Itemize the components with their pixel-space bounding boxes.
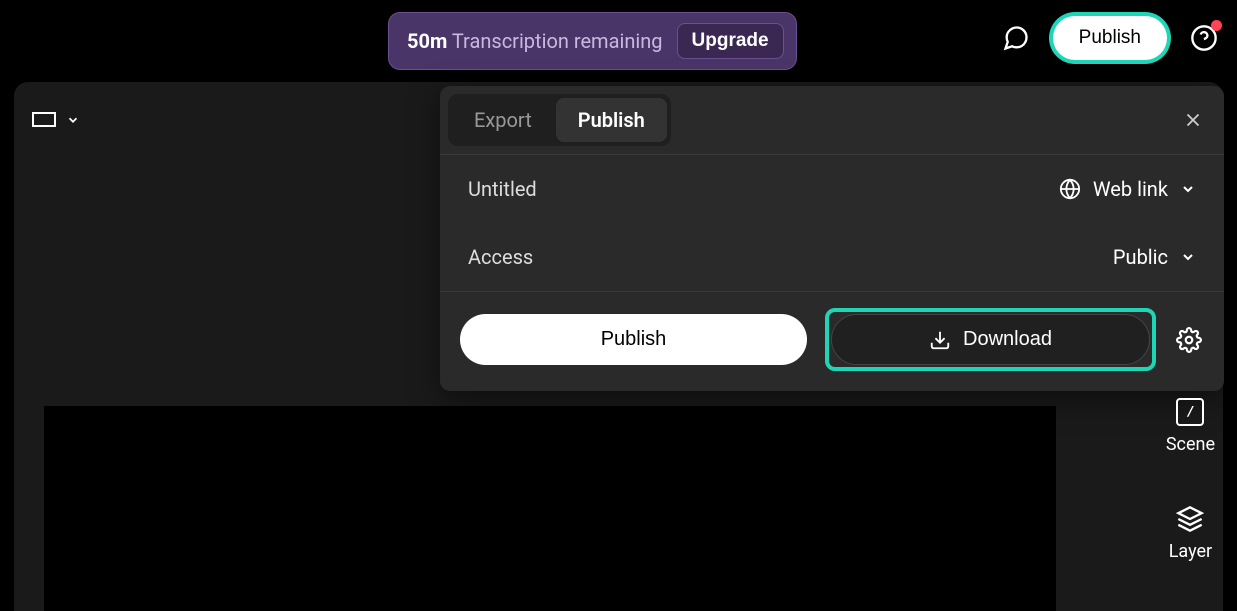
top-bar: 50m Transcription remaining Upgrade Publ…: [0, 0, 1237, 75]
tab-publish[interactable]: Publish: [556, 98, 667, 142]
tab-group: Export Publish: [448, 94, 671, 146]
transcription-text: 50m Transcription remaining: [407, 29, 663, 53]
download-button[interactable]: Download: [831, 314, 1150, 365]
gear-icon: [1176, 327, 1202, 353]
settings-button[interactable]: [1174, 325, 1204, 355]
chevron-down-icon: [1180, 249, 1196, 265]
aspect-ratio-selector[interactable]: [32, 112, 80, 127]
upgrade-button[interactable]: Upgrade: [677, 23, 784, 59]
chevron-down-icon: [1180, 181, 1196, 197]
access-label: Access: [468, 245, 533, 269]
download-icon: [929, 329, 951, 351]
link-type-selector[interactable]: Web link: [1059, 177, 1196, 201]
project-title: Untitled: [468, 177, 537, 201]
aspect-rect-icon: [32, 112, 56, 127]
title-row: Untitled Web link: [440, 155, 1224, 223]
chat-icon[interactable]: [1001, 23, 1031, 53]
canvas[interactable]: [44, 406, 1056, 611]
scene-icon: /: [1176, 398, 1204, 426]
tab-export[interactable]: Export: [452, 98, 554, 142]
publish-button[interactable]: Publish: [460, 314, 807, 365]
help-icon[interactable]: [1189, 23, 1219, 53]
access-row: Access Public: [440, 223, 1224, 291]
layer-tab[interactable]: Layer: [1169, 505, 1212, 562]
close-icon: [1182, 109, 1204, 131]
layers-icon: [1176, 505, 1204, 533]
chevron-down-icon: [66, 113, 80, 127]
globe-icon: [1059, 178, 1081, 200]
publish-button-header[interactable]: Publish: [1053, 16, 1167, 60]
close-button[interactable]: [1180, 107, 1206, 133]
publish-modal: Export Publish Untitled Web link Access …: [440, 86, 1224, 391]
right-sidebar: / Scene Layer: [1166, 398, 1215, 562]
notification-dot-icon: [1211, 20, 1222, 31]
scene-tab[interactable]: / Scene: [1166, 398, 1215, 455]
access-selector[interactable]: Public: [1113, 245, 1196, 269]
transcription-banner: 50m Transcription remaining Upgrade: [388, 12, 797, 70]
